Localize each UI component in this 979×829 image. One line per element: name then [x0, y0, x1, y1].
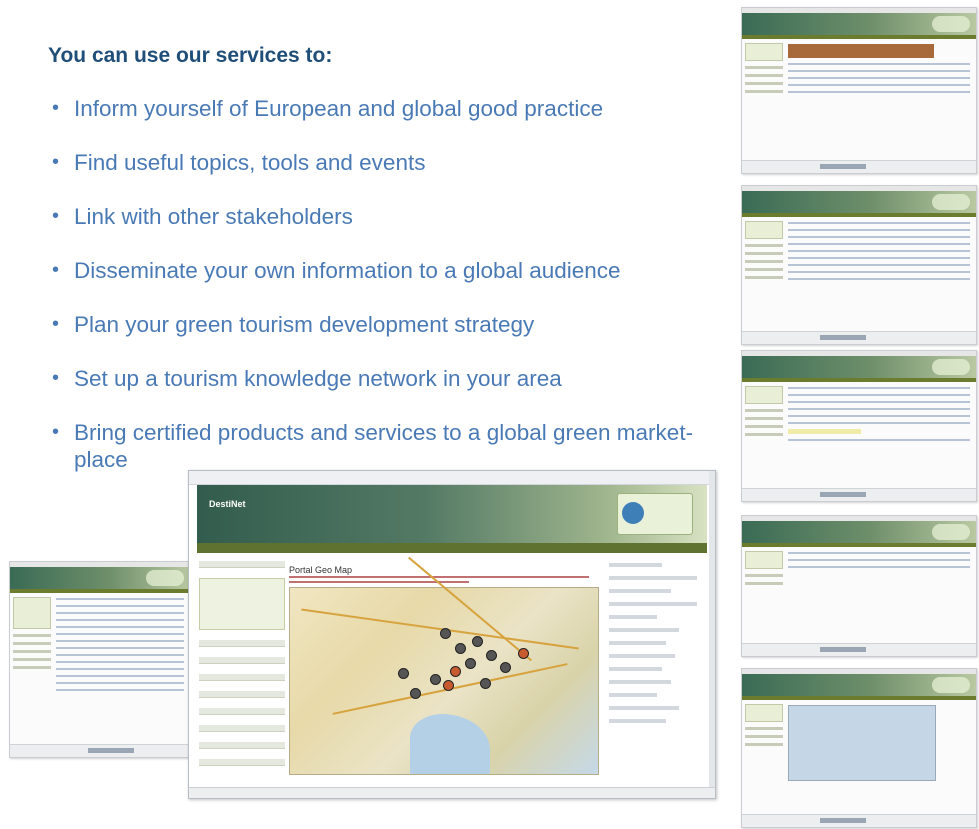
map-marker: [455, 643, 466, 654]
map-marker: [518, 648, 529, 659]
map-marker: [480, 678, 491, 689]
award-badge: [617, 493, 693, 535]
browser-toolbar: [189, 471, 715, 485]
services-list: Inform yourself of European and global g…: [50, 95, 720, 500]
left-sidebar: [199, 561, 285, 778]
map-marker: [472, 636, 483, 647]
map-marker: [410, 688, 421, 699]
map-marker: [443, 680, 454, 691]
site-banner: DestiNet: [197, 485, 707, 543]
list-item: Link with other stakeholders: [50, 203, 720, 230]
screenshot-thumbnail-home: [741, 7, 977, 174]
screenshot-thumbnail-events: [741, 515, 977, 657]
map-marker: [440, 628, 451, 639]
page-title: Portal Geo Map: [289, 565, 353, 575]
list-item: Inform yourself of European and global g…: [50, 95, 720, 122]
map-marker: [450, 666, 461, 677]
portal-geo-map-screenshot: DestiNet Portal Geo Map: [188, 470, 716, 799]
browser-status-bar: [189, 787, 715, 798]
list-item: Bring certified products and services to…: [50, 419, 714, 473]
screenshot-thumbnail-links: [9, 561, 191, 758]
right-sidebar: [609, 563, 697, 778]
map-marker: [398, 668, 409, 679]
screenshot-thumbnail-tools: [741, 350, 977, 502]
site-logo: DestiNet: [209, 499, 246, 509]
services-heading: You can use our services to:: [48, 44, 333, 67]
list-item: Find useful topics, tools and events: [50, 149, 720, 176]
calendar-widget: [199, 578, 285, 630]
list-item: Set up a tourism knowledge network in yo…: [50, 365, 720, 392]
map-marker: [500, 662, 511, 673]
map-marker: [430, 674, 441, 685]
list-item: Plan your green tourism development stra…: [50, 311, 720, 338]
scrollbar: [709, 471, 715, 788]
site-nav-bar: [197, 543, 707, 553]
map-marker: [465, 658, 476, 669]
screenshot-thumbnail-topics: [741, 185, 977, 345]
geo-map: [289, 556, 599, 775]
list-item: Disseminate your own information to a gl…: [50, 257, 720, 284]
map-marker: [486, 650, 497, 661]
screenshot-thumbnail-europe-map: [741, 668, 977, 828]
